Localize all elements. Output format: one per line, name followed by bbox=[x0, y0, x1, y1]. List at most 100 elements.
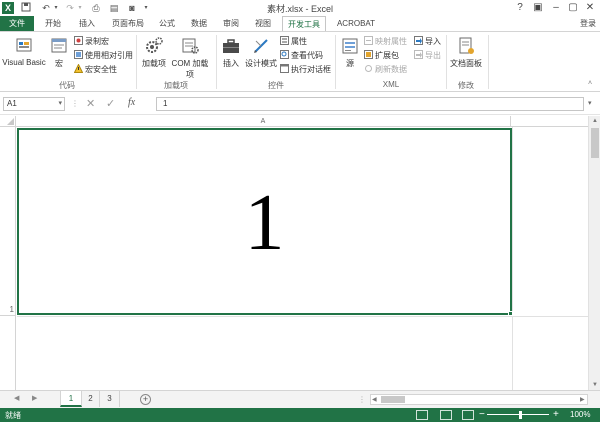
com-addins-label: COM 加载项 bbox=[171, 59, 209, 79]
run-dialog-button[interactable]: 执行对话框 bbox=[280, 64, 331, 76]
page-break-view-icon[interactable] bbox=[462, 410, 474, 420]
insert-control-button[interactable]: 插入 bbox=[219, 36, 243, 69]
row-divider bbox=[0, 315, 16, 316]
zoom-slider-knob[interactable] bbox=[519, 411, 522, 419]
document-panel-button[interactable]: 文档面板 bbox=[449, 36, 483, 69]
map-properties-label: 映射属性 bbox=[375, 37, 407, 46]
run-dialog-label: 执行对话框 bbox=[291, 65, 331, 74]
worksheet-grid[interactable]: 1 bbox=[17, 127, 588, 390]
name-box[interactable]: A1 ▾ bbox=[3, 97, 65, 111]
com-addins-button[interactable]: COM 加载项 bbox=[168, 36, 212, 80]
tab-view[interactable]: 视图 bbox=[250, 16, 276, 31]
record-macro-button[interactable]: 录制宏 bbox=[74, 36, 109, 48]
warning-icon bbox=[74, 64, 83, 73]
expansion-packs-label: 扩展包 bbox=[375, 51, 399, 60]
cell-a1[interactable]: 1 bbox=[17, 128, 512, 315]
split-grip-icon[interactable]: ⋮ bbox=[358, 395, 366, 404]
page-layout-view-icon[interactable] bbox=[440, 410, 452, 420]
tab-file[interactable]: 文件 bbox=[0, 16, 34, 31]
column-header-a[interactable]: A bbox=[16, 116, 511, 127]
toolbox-icon bbox=[223, 39, 239, 53]
refresh-data-button[interactable]: 刷新数据 bbox=[364, 64, 407, 76]
sheet-tab-2[interactable]: 2 bbox=[82, 391, 100, 407]
macros-icon bbox=[51, 38, 67, 53]
zoom-in-icon[interactable]: + bbox=[553, 409, 559, 420]
design-mode-icon bbox=[254, 39, 268, 53]
status-bar: 就绪 − + 100% bbox=[0, 408, 600, 422]
visual-basic-button[interactable]: Visual Basic bbox=[2, 36, 46, 67]
run-dialog-icon bbox=[280, 64, 289, 73]
scroll-right-icon[interactable]: ▶ bbox=[580, 396, 585, 403]
close-icon[interactable]: ✕ bbox=[582, 1, 598, 14]
visual-basic-icon bbox=[16, 38, 32, 52]
xml-source-button[interactable]: 源 bbox=[339, 36, 361, 69]
record-macro-icon bbox=[74, 36, 83, 45]
add-sheet-icon[interactable]: + bbox=[140, 394, 151, 405]
chevron-down-icon[interactable]: ▾ bbox=[58, 98, 62, 110]
view-code-button[interactable]: 查看代码 bbox=[280, 50, 323, 62]
addins-button[interactable]: 加载项 bbox=[140, 36, 168, 69]
tab-formulas[interactable]: 公式 bbox=[154, 16, 180, 31]
scroll-up-icon[interactable]: ▲ bbox=[589, 116, 600, 126]
tab-developer[interactable]: 开发工具 bbox=[282, 16, 326, 32]
properties-button[interactable]: 属性 bbox=[280, 36, 307, 48]
signin-link[interactable]: 登录 bbox=[576, 16, 600, 31]
design-mode-button[interactable]: 设计模式 bbox=[244, 36, 278, 69]
group-separator bbox=[488, 35, 489, 89]
normal-view-icon[interactable] bbox=[416, 410, 428, 420]
macro-security-label: 宏安全性 bbox=[85, 65, 117, 74]
enter-icon[interactable]: ✓ bbox=[106, 97, 115, 110]
tab-data[interactable]: 数据 bbox=[186, 16, 212, 31]
fill-handle[interactable] bbox=[508, 311, 513, 316]
ribbon-display-icon[interactable]: ▣ bbox=[530, 1, 546, 14]
expansion-packs-button[interactable]: 扩展包 bbox=[364, 50, 399, 62]
tab-home[interactable]: 开始 bbox=[38, 16, 68, 31]
select-all-corner[interactable] bbox=[0, 116, 16, 127]
zoom-level[interactable]: 100% bbox=[570, 410, 590, 419]
tab-insert[interactable]: 插入 bbox=[72, 16, 102, 31]
cancel-icon[interactable]: ✕ bbox=[86, 97, 95, 110]
scroll-down-icon[interactable]: ▼ bbox=[589, 380, 600, 390]
xml-source-label: 源 bbox=[346, 59, 354, 68]
document-panel-icon bbox=[459, 37, 474, 54]
prev-sheet-icon[interactable]: ◀ bbox=[14, 394, 19, 402]
relative-reference-button[interactable]: 使用相对引用 bbox=[74, 50, 133, 62]
macro-security-button[interactable]: 宏安全性 bbox=[74, 64, 117, 76]
zoom-slider[interactable] bbox=[487, 414, 549, 415]
vertical-scroll-thumb[interactable] bbox=[591, 128, 599, 158]
macros-button[interactable]: 宏 bbox=[48, 36, 70, 69]
help-button[interactable]: ? bbox=[512, 1, 528, 14]
minimize-icon[interactable]: – bbox=[548, 1, 564, 14]
expand-formula-icon[interactable]: ▾ bbox=[588, 99, 592, 107]
title-bar: X ↶ ▾ ↷ ▾ ⎙ ▤ ◙ ▾ 素材.xlsx - Excel ? ▣ – … bbox=[0, 0, 600, 16]
row-header-1[interactable]: 1 bbox=[0, 305, 14, 314]
gridline bbox=[17, 316, 588, 317]
refresh-data-label: 刷新数据 bbox=[375, 65, 407, 74]
insert-function-icon[interactable]: fx bbox=[128, 97, 135, 108]
tab-acrobat[interactable]: ACROBAT bbox=[332, 16, 380, 31]
vertical-scrollbar[interactable]: ▲ ▼ bbox=[588, 116, 600, 390]
tab-page-layout[interactable]: 页面布局 bbox=[106, 16, 150, 31]
window-title: 素材.xlsx - Excel bbox=[266, 4, 333, 14]
group-label-xml: XML bbox=[382, 80, 400, 89]
sheet-tab-3[interactable]: 3 bbox=[100, 391, 120, 407]
horizontal-scroll-thumb[interactable] bbox=[381, 396, 405, 403]
zoom-out-icon[interactable]: − bbox=[479, 409, 485, 420]
export-label: 导出 bbox=[425, 51, 441, 60]
scroll-left-icon[interactable]: ◀ bbox=[372, 396, 377, 403]
status-text: 就绪 bbox=[5, 411, 21, 420]
export-button[interactable]: 导出 bbox=[414, 50, 441, 62]
next-sheet-icon[interactable]: ▶ bbox=[32, 394, 37, 402]
sheet-tab-bar: ◀ ▶ 1 2 3 + ⋮ ◀ ▶ bbox=[0, 390, 600, 408]
map-properties-button[interactable]: 映射属性 bbox=[364, 36, 407, 48]
maximize-icon[interactable]: ▢ bbox=[565, 1, 581, 14]
properties-icon bbox=[280, 36, 289, 45]
import-button[interactable]: 导入 bbox=[414, 36, 441, 48]
ribbon-tabs: 文件 开始 插入 页面布局 公式 数据 审阅 视图 开发工具 ACROBAT 登… bbox=[0, 16, 600, 32]
tab-review[interactable]: 审阅 bbox=[218, 16, 244, 31]
collapse-ribbon-icon[interactable]: ˄ bbox=[588, 80, 592, 87]
horizontal-scrollbar[interactable]: ◀ ▶ bbox=[370, 394, 588, 405]
sheet-tab-1[interactable]: 1 bbox=[60, 391, 82, 407]
gridline bbox=[512, 127, 513, 390]
formula-input[interactable]: 1 bbox=[156, 97, 584, 111]
